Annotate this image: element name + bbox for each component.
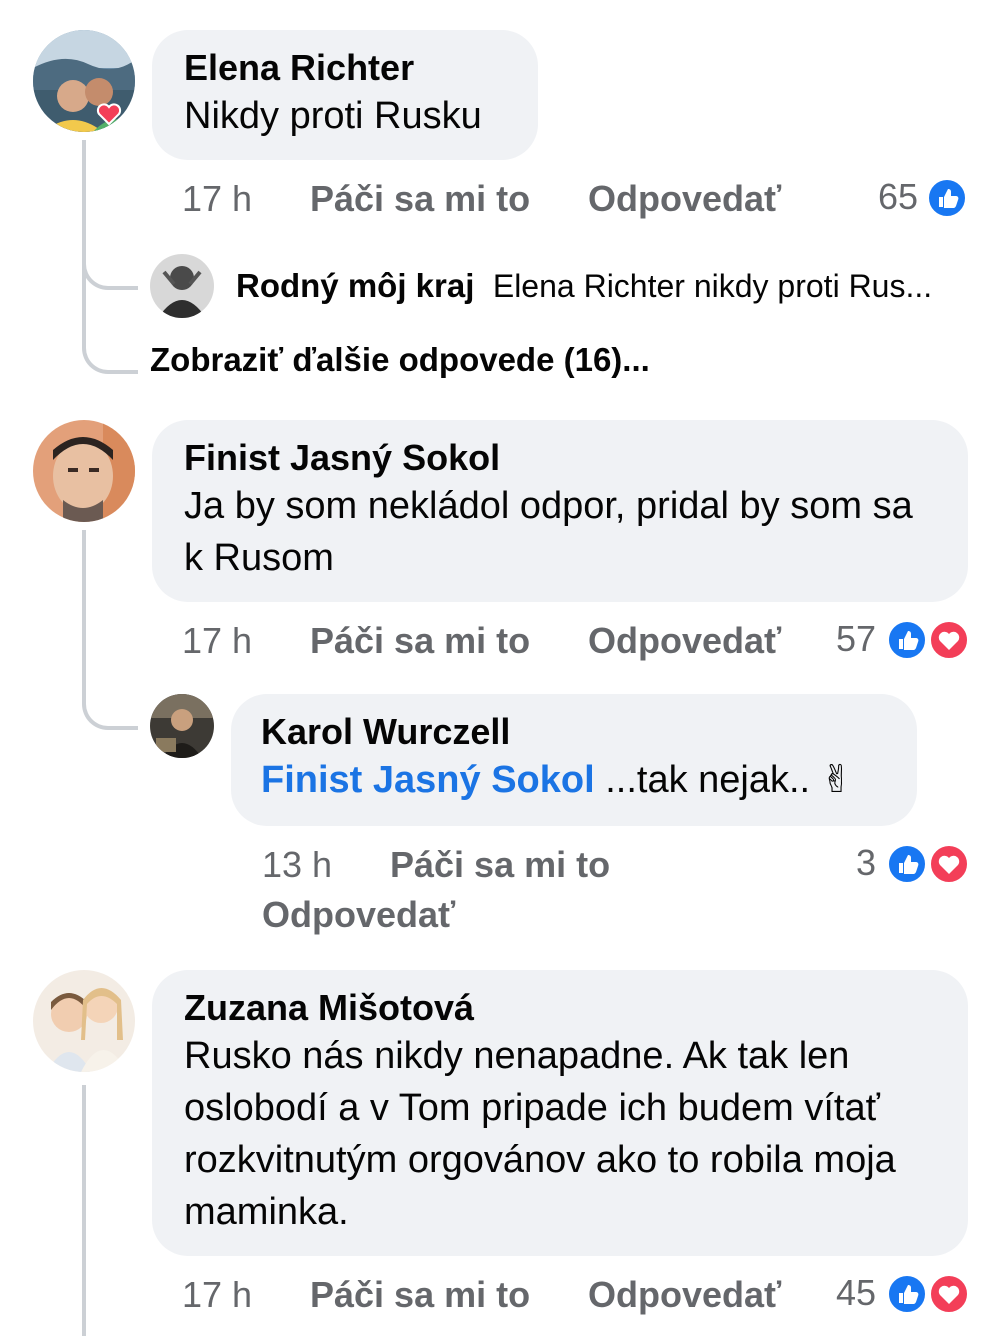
comment-text: Rusko nás nikdy nenapadne. Ak tak len os… — [184, 1035, 896, 1233]
like-button[interactable]: Páči sa mi to — [310, 1274, 530, 1316]
mention-link[interactable]: Finist Jasný Sokol — [261, 759, 595, 801]
like-button[interactable]: Páči sa mi to — [310, 178, 530, 220]
avatar[interactable] — [150, 254, 214, 318]
comment-bubble: Zuzana Mišotová Rusko nás nikdy nenapadn… — [152, 970, 968, 1256]
comment-time[interactable]: 17 h — [182, 178, 252, 220]
reply-button[interactable]: Odpovedať — [588, 1274, 781, 1316]
reply-button[interactable]: Odpovedať — [588, 178, 781, 220]
like-button[interactable]: Páči sa mi to — [390, 844, 610, 886]
reply-author-name[interactable]: Rodný môj kraj — [236, 267, 474, 304]
thread-line — [82, 530, 86, 670]
view-more-replies-link[interactable]: Zobraziť ďalšie odpovede (16)... — [150, 338, 650, 382]
comment-time[interactable]: 13 h — [262, 844, 332, 886]
like-button[interactable]: Páči sa mi to — [310, 620, 530, 662]
love-icon — [928, 843, 970, 885]
reply-bubble: Karol Wurczell Finist Jasný Sokol ...tak… — [231, 694, 917, 826]
like-icon — [886, 1273, 928, 1315]
thread-branch — [82, 670, 138, 730]
commenter-name[interactable]: Elena Richter — [184, 46, 506, 90]
heart-badge-icon — [96, 102, 122, 126]
reaction-count[interactable]: 45 — [800, 1272, 876, 1314]
reply-button[interactable]: Odpovedať — [262, 894, 455, 936]
thread-branch — [82, 230, 138, 290]
comment-text: Ja by som nekládol odpor, pridal by som … — [184, 485, 913, 579]
reply-preview-text: Elena Richter nikdy proti Rus... — [492, 268, 933, 304]
comment-time[interactable]: 17 h — [182, 1274, 252, 1316]
reply-text: ...tak nejak.. ✌ — [594, 759, 853, 801]
avatar[interactable] — [150, 694, 214, 758]
reaction-count[interactable]: 57 — [800, 618, 876, 660]
commenter-name[interactable]: Finist Jasný Sokol — [184, 436, 936, 480]
comment-bubble: Elena Richter Nikdy proti Rusku — [152, 30, 538, 160]
avatar[interactable] — [33, 970, 135, 1072]
comment-time[interactable]: 17 h — [182, 620, 252, 662]
avatar[interactable] — [33, 420, 135, 522]
comment-bubble: Finist Jasný Sokol Ja by som nekládol od… — [152, 420, 968, 602]
reaction-count[interactable]: 65 — [840, 176, 918, 218]
love-icon — [928, 619, 970, 661]
reply-button[interactable]: Odpovedať — [588, 620, 781, 662]
love-icon — [928, 1273, 970, 1315]
reaction-count[interactable]: 3 — [820, 842, 876, 884]
commenter-name[interactable]: Zuzana Mišotová — [184, 986, 936, 1030]
like-icon — [886, 619, 928, 661]
thread-branch — [82, 286, 138, 374]
commenter-name[interactable]: Karol Wurczell — [261, 710, 887, 754]
reply-preview[interactable]: Rodný môj kraj Elena Richter nikdy proti… — [236, 264, 932, 308]
thread-line — [82, 1085, 86, 1336]
like-icon — [886, 843, 928, 885]
like-icon — [926, 177, 968, 219]
comment-text: Nikdy proti Rusku — [184, 95, 482, 137]
